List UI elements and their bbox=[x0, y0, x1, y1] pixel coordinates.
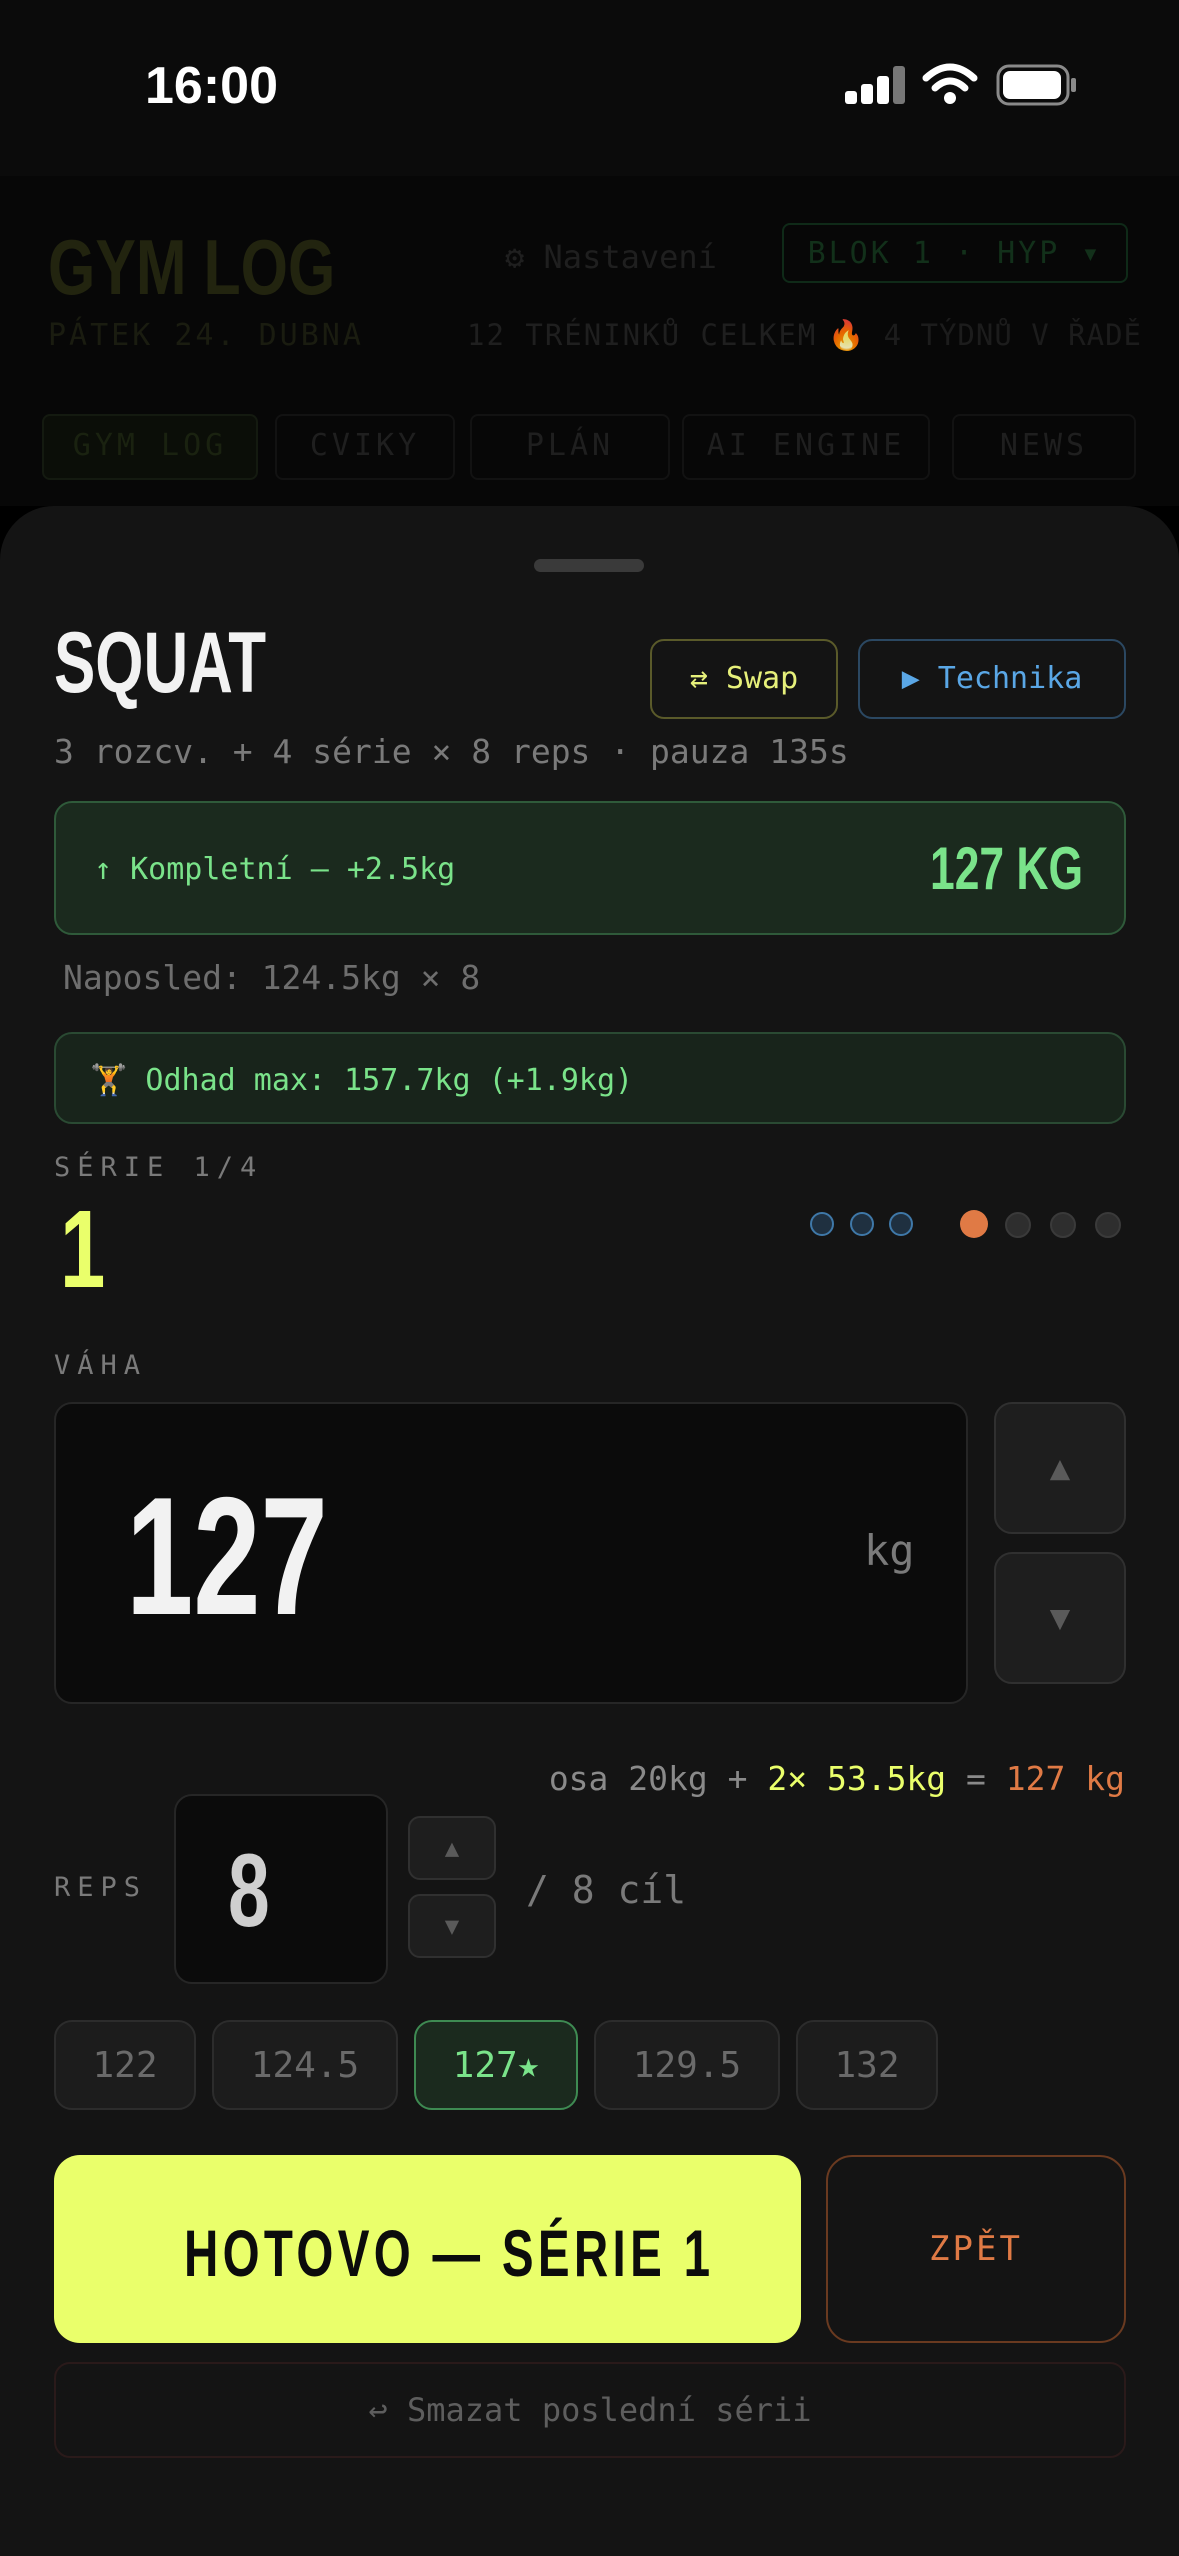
cellular-signal-icon bbox=[845, 64, 905, 104]
work-set-dot bbox=[1005, 1212, 1031, 1238]
reps-value: 8 bbox=[228, 1833, 270, 1949]
plates: 2× 53.5kg bbox=[767, 1759, 947, 1798]
tab-cviky[interactable]: CVIKY bbox=[275, 414, 455, 480]
arrow-down-icon: ▼ bbox=[1049, 1598, 1071, 1638]
exercise-name: SQUAT bbox=[54, 615, 267, 711]
last-performance: Naposled: 124.5kg × 8 bbox=[63, 958, 481, 997]
sheet-grabber[interactable] bbox=[534, 559, 644, 572]
block-selector[interactable]: BLOK 1 · HYP ▾ bbox=[782, 223, 1128, 283]
quick-weight-chip-selected[interactable]: 127★ bbox=[414, 2020, 578, 2110]
work-set-dot-current bbox=[960, 1210, 988, 1238]
warmup-dot bbox=[889, 1212, 913, 1236]
app-title: GYM LOG bbox=[48, 223, 336, 311]
quick-weight-chip[interactable]: 122 bbox=[54, 2020, 196, 2110]
equals: = bbox=[946, 1759, 1006, 1798]
tab-ai-engine[interactable]: AI ENGINE bbox=[682, 414, 930, 480]
back-button[interactable]: ZPĚT bbox=[826, 2155, 1126, 2343]
reps-target: / 8 cíl bbox=[526, 1868, 687, 1912]
tab-news[interactable]: NEWS bbox=[952, 414, 1136, 480]
reps-label: REPS bbox=[54, 1872, 148, 1903]
quick-weight-chip[interactable]: 129.5 bbox=[594, 2020, 780, 2110]
set-progress-label: SÉRIE 1/4 bbox=[54, 1152, 264, 1183]
weight-increase-button[interactable]: ▲ bbox=[994, 1402, 1126, 1534]
bar-weight: osa 20kg + bbox=[548, 1759, 768, 1798]
reps-increase-button[interactable]: ▲ bbox=[408, 1816, 496, 1880]
technique-button[interactable]: ▶ Technika bbox=[858, 639, 1126, 719]
weight-label: VÁHA bbox=[54, 1350, 148, 1381]
total-workouts: 12 TRÉNINKŮ CELKEM bbox=[467, 318, 818, 352]
progression-target: 127 KG bbox=[930, 835, 1084, 902]
work-set-dot bbox=[1050, 1212, 1076, 1238]
arrow-up-icon: ▲ bbox=[1049, 1448, 1071, 1488]
warmup-dot bbox=[810, 1212, 834, 1236]
reps-decrease-button[interactable]: ▼ bbox=[408, 1894, 496, 1958]
weight-decrease-button[interactable]: ▼ bbox=[994, 1552, 1126, 1684]
arrow-up-icon: ▲ bbox=[444, 1834, 460, 1862]
warmup-dot bbox=[850, 1212, 874, 1236]
app-date: PÁTEK 24. DUBNA bbox=[48, 318, 364, 353]
set-number: 1 bbox=[60, 1188, 106, 1311]
quick-weight-chip[interactable]: 124.5 bbox=[212, 2020, 398, 2110]
streak-badge: 🔥 4 TÝDNŮ V ŘADĚ bbox=[828, 318, 1143, 352]
weight-value: 127 bbox=[126, 1462, 328, 1650]
tab-plan[interactable]: PLÁN bbox=[470, 414, 670, 480]
tab-gym-log[interactable]: GYM LOG bbox=[42, 414, 258, 480]
reps-input[interactable] bbox=[174, 1794, 388, 1984]
progression-text: ↑ Kompletní — +2.5kg bbox=[94, 852, 456, 887]
settings-link[interactable]: ⚙ Nastavení bbox=[505, 238, 717, 276]
quick-weight-chip[interactable]: 132 bbox=[796, 2020, 938, 2110]
wifi-icon bbox=[922, 63, 978, 104]
estimated-max-text: 🏋 Odhad max: 157.7kg (+1.9kg) bbox=[90, 1063, 634, 1098]
arrow-down-icon: ▼ bbox=[444, 1912, 460, 1940]
done-set-label: HOTOVO — SÉRIE 1 bbox=[184, 2216, 715, 2290]
status-time: 16:00 bbox=[145, 57, 278, 115]
plate-breakdown: osa 20kg + 2× 53.5kg = 127 kg bbox=[509, 1720, 1125, 1798]
total-weight: 127 kg bbox=[1005, 1759, 1125, 1798]
exercise-scheme: 3 rozcv. + 4 série × 8 reps · pauza 135s bbox=[54, 732, 849, 771]
swap-button[interactable]: ⇄ Swap bbox=[650, 639, 838, 719]
done-set-button[interactable]: HOTOVO — SÉRIE 1 bbox=[54, 2155, 801, 2343]
delete-last-set-button[interactable]: ↩ Smazat poslední sérii bbox=[54, 2362, 1126, 2458]
battery-icon bbox=[996, 64, 1076, 106]
weight-unit: kg bbox=[864, 1526, 915, 1575]
work-set-dot bbox=[1095, 1212, 1121, 1238]
